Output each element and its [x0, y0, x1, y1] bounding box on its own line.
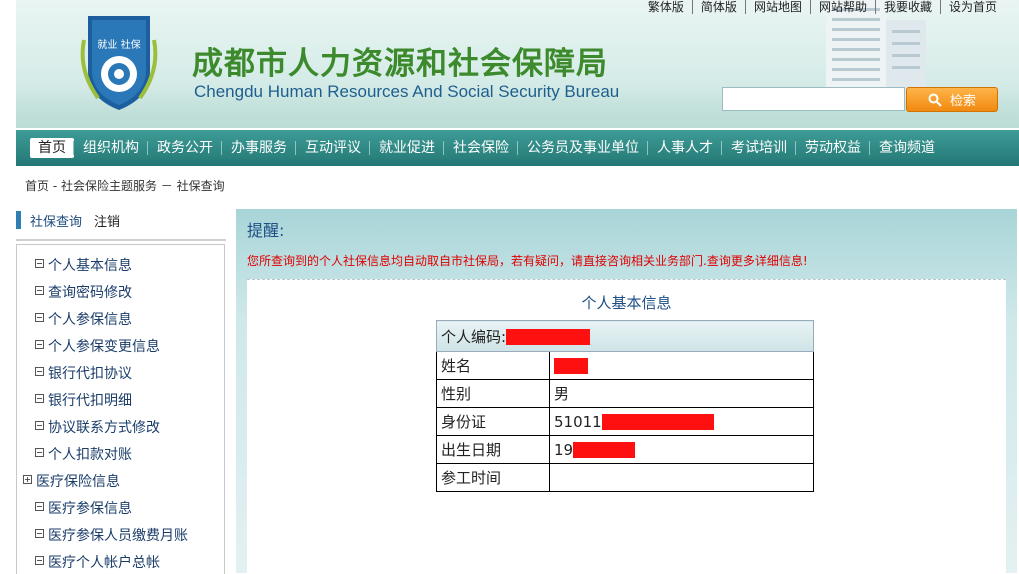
link-traditional[interactable]: 繁体版 [640, 0, 692, 14]
sidebar-item-medical-enrollment[interactable]: 医疗参保信息 [35, 498, 132, 518]
birth-date-label: 出生日期 [436, 435, 550, 464]
table-row: 姓名 [436, 351, 814, 380]
nav-item-labor-rights[interactable]: 劳动权益 [795, 138, 870, 158]
collapse-icon [35, 259, 44, 268]
personal-code-cell: 个人编码: [436, 320, 814, 352]
redaction-mark [601, 414, 714, 430]
sidebar-item-medical-insurance[interactable]: 医疗保险信息 [23, 471, 120, 491]
link-simplified[interactable]: 简体版 [691, 0, 745, 14]
svg-text:就业 社保: 就业 社保 [97, 38, 140, 51]
sidebar-item-password-change[interactable]: 查询密码修改 [35, 282, 132, 302]
id-card-value: 51011 [549, 407, 814, 436]
gender-value: 男 [549, 379, 814, 408]
site-header: 就业 社保 成都市人力资源和社会保障局 Chengdu Human Resour… [16, 0, 1019, 128]
collapse-icon [35, 448, 44, 457]
sidebar-header-bar [16, 211, 21, 229]
sidebar-item-insurance-changes[interactable]: 个人参保变更信息 [35, 336, 160, 356]
nav-item-home[interactable]: 首页 [30, 138, 74, 158]
personal-info-table: 个人编码: 姓名 性别 男 身份证 51011 出生日期 19 参工时间 [436, 320, 814, 492]
redaction-mark [554, 358, 588, 374]
sidebar-item-contact-change[interactable]: 协议联系方式修改 [35, 417, 160, 437]
nav-item-services[interactable]: 办事服务 [221, 138, 296, 158]
search-button-label: 检索 [949, 94, 976, 109]
bureau-logo: 就业 社保 [80, 16, 158, 110]
nav-item-exams[interactable]: 考试培训 [721, 138, 796, 158]
table-row: 出生日期 19 [436, 435, 814, 464]
sidebar-title: 社保查询 [30, 215, 83, 230]
site-title-cn: 成都市人力资源和社会保障局 [192, 46, 608, 82]
logout-link[interactable]: 注销 [94, 211, 120, 230]
personal-code-label: 个人编码: [441, 327, 507, 346]
sidebar-item-personal-info[interactable]: 个人基本信息 [35, 255, 132, 275]
nav-item-civil-servants[interactable]: 公务员及事业单位 [517, 138, 648, 158]
nav-item-talent[interactable]: 人事人才 [647, 138, 722, 158]
sidebar-item-deduction-reconcile[interactable]: 个人扣款对账 [35, 444, 132, 464]
collapse-icon [35, 529, 44, 538]
redaction-mark [573, 442, 636, 458]
table-row: 参工时间 [436, 463, 814, 492]
sidebar-item-medical-account[interactable]: 医疗个人帐户总帐 [35, 552, 160, 572]
redaction-mark [506, 329, 591, 345]
collapse-icon [35, 421, 44, 430]
search-icon [928, 93, 942, 107]
collapse-icon [35, 367, 44, 376]
site-title-en: Chengdu Human Resources And Social Secur… [194, 82, 620, 101]
link-help[interactable]: 网站帮助 [809, 0, 875, 14]
table-row: 身份证 51011 [436, 407, 814, 436]
table-row: 性别 男 [436, 379, 814, 408]
sidebar-item-insurance-info[interactable]: 个人参保信息 [35, 309, 132, 329]
reminder-title: 提醒: [247, 221, 285, 240]
collapse-icon [35, 502, 44, 511]
nav-item-government-affairs[interactable]: 政务公开 [147, 138, 222, 158]
name-value [549, 351, 814, 380]
main-panel: 提醒: 您所查询到的个人社保信息均自动取自市社保局，若有疑问，请直接咨询相关业务… [236, 209, 1017, 574]
nav-item-social-insurance[interactable]: 社会保险 [443, 138, 518, 158]
main-nav: 首页 组织机构 政务公开 办事服务 互动评议 就业促进 社会保险 公务员及事业单… [16, 130, 1019, 166]
birth-date-value: 19 [549, 435, 814, 464]
search-input[interactable] [722, 87, 905, 111]
section-title: 个人基本信息 [581, 294, 672, 312]
work-start-value [549, 463, 814, 492]
sidebar-item-bank-agreement[interactable]: 银行代扣协议 [35, 363, 132, 383]
work-start-label: 参工时间 [436, 463, 550, 492]
info-section: 个人基本信息 个人编码: 姓名 性别 男 身份证 51011 出生日期 19 参… [247, 279, 1006, 574]
expand-icon [23, 475, 32, 484]
collapse-icon [35, 286, 44, 295]
link-sitemap[interactable]: 网站地图 [744, 0, 810, 14]
gender-label: 性别 [436, 379, 550, 408]
building-decoration [826, 0, 926, 100]
notice-text: 您所查询到的个人社保信息均自动取自市社保局，若有疑问，请直接咨询相关业务部门.查… [247, 254, 808, 268]
collapse-icon [35, 394, 44, 403]
nav-item-query[interactable]: 查询频道 [869, 138, 944, 158]
breadcrumb: 首页 - 社会保险主题服务 － 社保查询 [25, 179, 225, 193]
nav-item-interaction[interactable]: 互动评议 [295, 138, 370, 158]
collapse-icon [35, 340, 44, 349]
search-button[interactable]: 检索 [906, 87, 998, 112]
name-label: 姓名 [436, 351, 550, 380]
sidebar-item-bank-details[interactable]: 银行代扣明细 [35, 390, 132, 410]
collapse-icon [35, 556, 44, 565]
sidebar-header: 社保查询 注销 [16, 209, 226, 241]
top-links: 繁体版 简体版 网站地图 网站帮助 我要收藏 设为首页 [640, 0, 1005, 14]
link-favorite[interactable]: 我要收藏 [874, 0, 940, 14]
sidebar-item-medical-monthly[interactable]: 医疗参保人员缴费月账 [35, 525, 188, 545]
id-card-label: 身份证 [436, 407, 550, 436]
collapse-icon [35, 313, 44, 322]
nav-item-employment[interactable]: 就业促进 [369, 138, 444, 158]
link-set-homepage[interactable]: 设为首页 [939, 0, 1005, 14]
nav-item-organization[interactable]: 组织机构 [73, 138, 148, 158]
table-row: 个人编码: [436, 320, 814, 352]
